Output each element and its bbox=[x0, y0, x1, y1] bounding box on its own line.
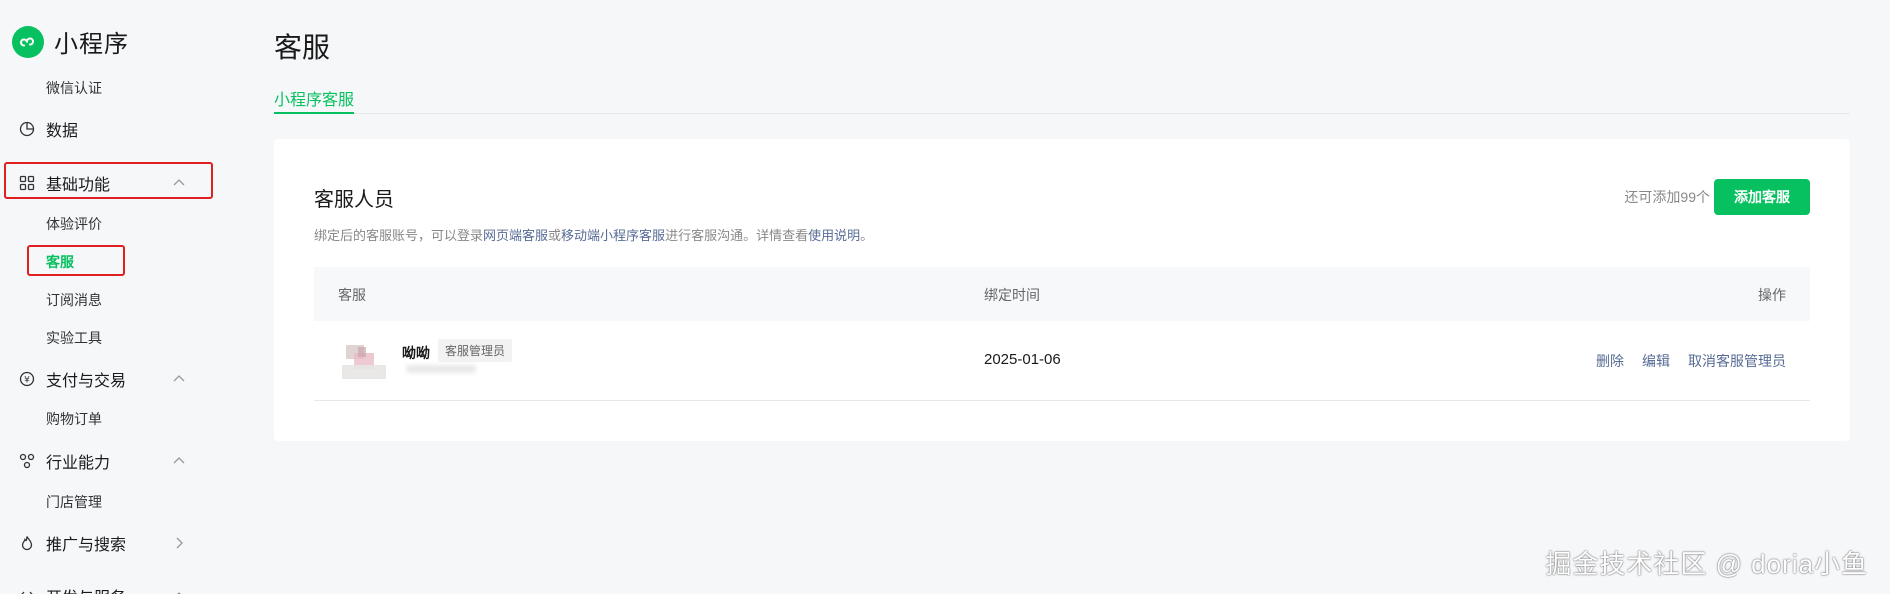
sidebar-item-wechat-verify[interactable]: 微信认证 bbox=[0, 72, 215, 104]
desc-text: 。 bbox=[860, 228, 874, 243]
web-client-link[interactable]: 网页端客服 bbox=[483, 228, 548, 243]
column-header-actions: 操作 bbox=[1758, 287, 1786, 303]
column-header-bind-time: 绑定时间 bbox=[984, 287, 1040, 303]
table-row: 呦呦 客服管理员 2025-01-06 删除 编辑 取消客服管理员 bbox=[314, 321, 1810, 401]
sidebar-item-data[interactable]: 数据 bbox=[0, 109, 215, 149]
desc-text: 进行客服沟通。详情查看 bbox=[665, 228, 809, 243]
nodes-icon bbox=[18, 452, 36, 470]
chevron-right-icon bbox=[176, 537, 183, 549]
sidebar: 小程序 微信认证 数据 基础功能 体验评价 客服 订阅消息 实验工具 ¥ 支付与… bbox=[0, 0, 215, 594]
sidebar-item-label: 基础功能 bbox=[46, 177, 111, 194]
sidebar-item-label: 推广与搜索 bbox=[46, 537, 127, 554]
sidebar-item-payment-trade[interactable]: ¥ 支付与交易 bbox=[0, 359, 215, 399]
chevron-up-icon bbox=[173, 375, 185, 382]
blurred-wechat-id bbox=[406, 365, 476, 373]
chevron-up-icon bbox=[173, 179, 185, 186]
sidebar-item-label: 客服 bbox=[46, 254, 74, 270]
sidebar-item-label: 支付与交易 bbox=[46, 373, 127, 390]
page-title: 客服 bbox=[274, 32, 331, 63]
code-icon bbox=[18, 587, 36, 594]
sidebar-item-store-management[interactable]: 门店管理 bbox=[0, 486, 215, 518]
sidebar-item-customer-service[interactable]: 客服 bbox=[0, 246, 215, 278]
delete-button[interactable]: 删除 bbox=[1596, 351, 1624, 371]
sidebar-item-label: 微信认证 bbox=[46, 80, 102, 96]
sidebar-item-industry-capability[interactable]: 行业能力 bbox=[0, 441, 215, 481]
sidebar-item-label: 体验评价 bbox=[46, 216, 102, 232]
add-customer-service-button[interactable]: 添加客服 bbox=[1714, 179, 1810, 215]
card-description: 绑定后的客服账号，可以登录网页端客服或移动端小程序客服进行客服沟通。详情查看使用… bbox=[314, 225, 873, 244]
sidebar-item-shopping-orders[interactable]: 购物订单 bbox=[0, 403, 215, 435]
sidebar-item-label: 订阅消息 bbox=[46, 292, 102, 308]
sidebar-item-subscription-messages[interactable]: 订阅消息 bbox=[0, 284, 215, 316]
desc-text: 绑定后的客服账号，可以登录 bbox=[314, 228, 484, 243]
yen-circle-icon: ¥ bbox=[18, 370, 36, 388]
tab-miniprogram-customer-service[interactable]: 小程序客服 bbox=[274, 84, 355, 114]
pie-chart-icon bbox=[18, 120, 36, 138]
avatar bbox=[338, 341, 388, 383]
edit-button[interactable]: 编辑 bbox=[1642, 351, 1670, 371]
sidebar-item-label: 行业能力 bbox=[46, 455, 111, 472]
flame-icon bbox=[18, 534, 36, 552]
sidebar-item-label: 实验工具 bbox=[46, 330, 102, 346]
chevron-up-icon bbox=[173, 457, 185, 464]
role-badge: 客服管理员 bbox=[438, 339, 513, 362]
sidebar-item-label: 开发与服务 bbox=[46, 584, 126, 594]
sidebar-item-dev-services[interactable]: 开发与服务 bbox=[0, 576, 215, 594]
chevron-up-icon bbox=[177, 592, 181, 594]
usage-guide-link[interactable]: 使用说明 bbox=[808, 228, 860, 243]
grid-icon bbox=[18, 174, 36, 192]
sidebar-item-experiment-tools[interactable]: 实验工具 bbox=[0, 322, 215, 354]
bind-time: 2025-01-06 bbox=[984, 351, 1061, 368]
agent-name: 呦呦 bbox=[402, 345, 430, 361]
sidebar-item-label: 门店管理 bbox=[46, 494, 102, 510]
tab-bar: 小程序客服 bbox=[274, 84, 1850, 114]
desc-text: 或 bbox=[548, 228, 562, 243]
mobile-client-link[interactable]: 移动端小程序客服 bbox=[561, 228, 665, 243]
remaining-count: 还可添加99个 bbox=[1624, 189, 1710, 205]
sidebar-item-label: 数据 bbox=[46, 123, 79, 140]
column-header-agent: 客服 bbox=[338, 287, 366, 303]
svg-text:¥: ¥ bbox=[24, 376, 30, 386]
card-title: 客服人员 bbox=[314, 189, 394, 211]
revoke-admin-button[interactable]: 取消客服管理员 bbox=[1688, 351, 1786, 371]
sidebar-item-basic-features[interactable]: 基础功能 bbox=[0, 163, 215, 203]
table-header: 客服 绑定时间 操作 bbox=[314, 267, 1810, 321]
sidebar-item-label: 购物订单 bbox=[46, 411, 102, 427]
brand-name: 小程序 bbox=[54, 31, 129, 58]
watermark: 掘金技术社区 @ doria小鱼 bbox=[1545, 549, 1868, 579]
sidebar-item-promotion-search[interactable]: 推广与搜索 bbox=[0, 523, 215, 563]
sidebar-item-experience-rating[interactable]: 体验评价 bbox=[0, 208, 215, 240]
brand[interactable]: 小程序 bbox=[12, 24, 129, 59]
customer-service-card: 客服人员 绑定后的客服账号，可以登录网页端客服或移动端小程序客服进行客服沟通。详… bbox=[274, 139, 1850, 441]
miniprogram-logo-icon bbox=[12, 25, 44, 58]
app-root: 小程序 微信认证 数据 基础功能 体验评价 客服 订阅消息 实验工具 ¥ 支付与… bbox=[0, 0, 1890, 594]
